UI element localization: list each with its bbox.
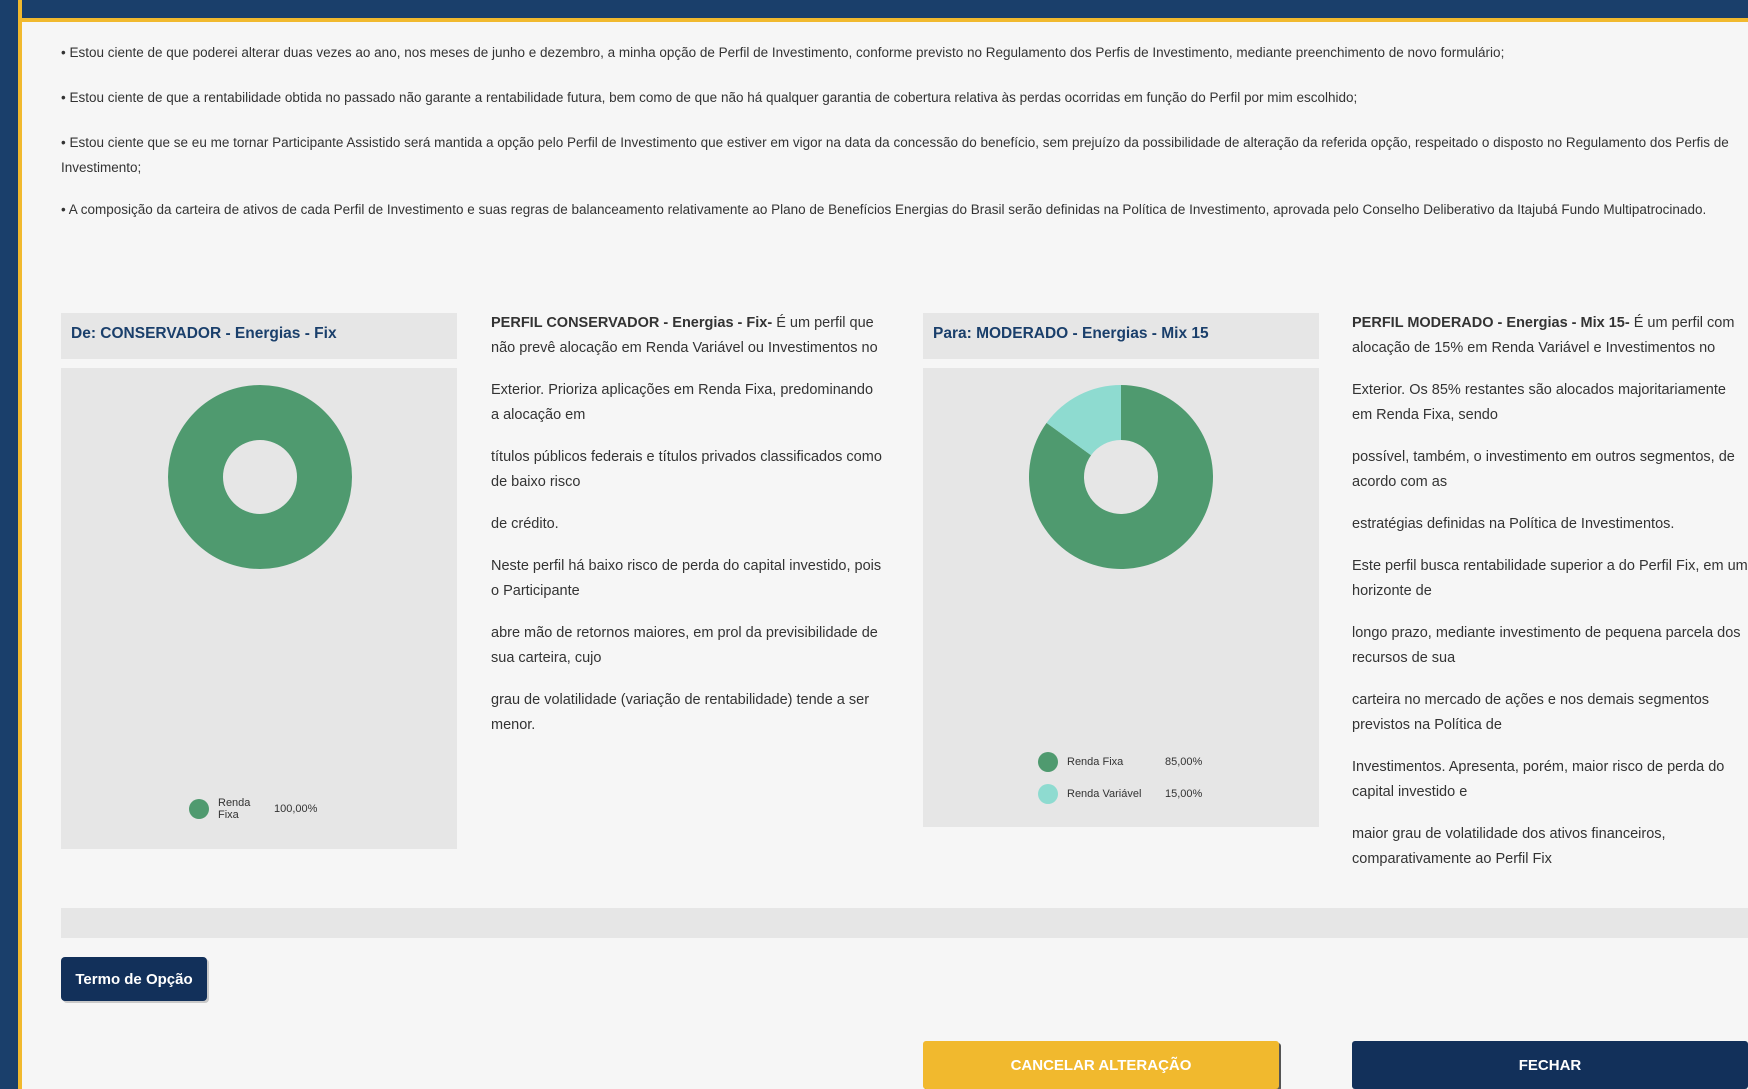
from-profile-title: De: CONSERVADOR - Energias - Fix [61,313,457,359]
legend-swatch [189,799,209,819]
from-donut-chart [168,385,352,569]
legend-value: 100,00% [274,803,318,815]
termo-de-opcao-button[interactable]: Termo de Opção [61,957,207,1001]
to-profile-title: Para: MODERADO - Energias - Mix 15 [923,313,1319,359]
modal-content: • Estou ciente de que poderei alterar du… [22,22,1748,1089]
to-desc-paragraph: longo prazo, mediante investimento de pe… [1352,625,1741,666]
from-desc-heading: PERFIL CONSERVADOR - Energias - Fix- [491,315,773,331]
to-desc-paragraph: Exterior. Os 85% restantes são alocados … [1352,382,1726,423]
from-legend-renda-fixa: Renda Fixa 100,00% [189,797,317,821]
to-profile-description: PERFIL MODERADO - Energias - Mix 15- É u… [1352,311,1748,889]
to-desc-paragraph: estratégias definidas na Política de Inv… [1352,516,1675,532]
legend-value: 85,00% [1165,756,1203,768]
from-profile-chart: Renda Fixa 100,00% [61,368,457,849]
legend-label: Renda Fixa [1067,756,1124,768]
from-desc-paragraph: Exterior. Prioriza aplicações em Renda F… [491,382,874,423]
legend-label: Renda Fixa [218,797,251,821]
from-profile-description: PERFIL CONSERVADOR - Energias - Fix- É u… [491,311,883,755]
notice-4: • A composição da carteira de ativos de … [61,202,1707,217]
from-desc-paragraph: grau de volatilidade (variação de rentab… [491,692,870,733]
to-desc-paragraph: Este perfil busca rentabilidade superior… [1352,558,1748,599]
legend-label: Renda Variável [1067,788,1142,800]
to-desc-paragraph: Investimentos. Apresenta, porém, maior r… [1352,759,1725,800]
notice-2: • Estou ciente de que a rentabilidade ob… [61,90,1358,105]
legend-swatch [1038,784,1058,804]
notice-3: • Estou ciente que se eu me tornar Parti… [61,135,1729,175]
legend-value: 15,00% [1165,788,1203,800]
to-legend-renda-fixa: Renda Fixa 85,00% [1038,752,1202,772]
notice-1: • Estou ciente de que poderei alterar du… [61,45,1505,60]
from-desc-paragraph: Neste perfil há baixo risco de perda do … [491,558,882,599]
window-left-frame [0,0,18,1089]
to-profile-chart: Renda Fixa 85,00% Renda Variável 15,00% [923,368,1319,827]
cancel-change-button[interactable]: CANCELAR ALTERAÇÃO [923,1041,1279,1089]
window-top-frame [0,0,1748,18]
to-desc-paragraph: maior grau de volatilidade dos ativos fi… [1352,826,1666,867]
to-legend-renda-variavel: Renda Variável 15,00% [1038,784,1202,804]
legend-swatch [1038,752,1058,772]
to-desc-paragraph: possível, também, o investimento em outr… [1352,449,1735,490]
close-button[interactable]: FECHAR [1352,1041,1748,1089]
to-desc-paragraph: carteira no mercado de ações e nos demai… [1352,692,1710,733]
divider-band [61,908,1748,938]
from-desc-paragraph: abre mão de retornos maiores, em prol da… [491,625,878,666]
to-desc-heading: PERFIL MODERADO - Energias - Mix 15- [1352,315,1630,331]
from-desc-paragraph: de crédito. [491,516,559,532]
from-desc-paragraph: títulos públicos federais e títulos priv… [491,449,882,490]
slice-renda-fixa [168,385,352,569]
